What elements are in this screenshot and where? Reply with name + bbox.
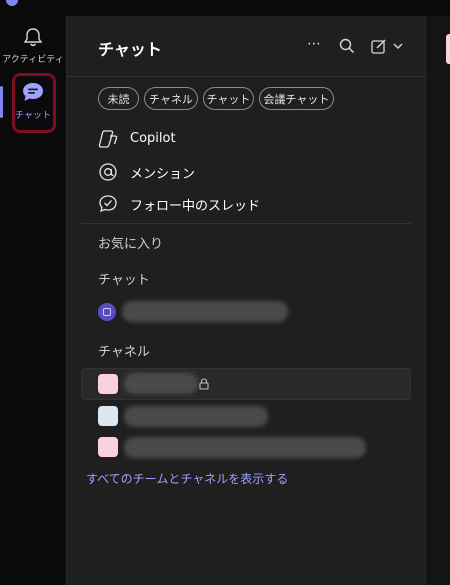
- search-button[interactable]: [339, 38, 355, 58]
- app-rail: アクティビティ チャット: [0, 16, 67, 585]
- filter-unread[interactable]: 未読: [98, 87, 139, 110]
- compose-icon: [371, 39, 403, 54]
- filter-channels[interactable]: チャネル: [144, 87, 198, 110]
- channel-color: [98, 374, 118, 394]
- search-icon: [339, 38, 355, 54]
- rail-activity-label: アクティビティ: [2, 55, 64, 65]
- channel-color: [446, 34, 450, 64]
- more-options-button[interactable]: ⋯: [307, 36, 322, 52]
- section-favorites[interactable]: お気に入り: [98, 233, 163, 252]
- page-title: チャット: [98, 40, 162, 59]
- channel-color: [98, 437, 118, 457]
- filter-meeting-chats[interactable]: 会議チャット: [259, 87, 334, 110]
- rail-item-activity[interactable]: アクティビティ: [0, 22, 66, 78]
- redacted-channel-name[interactable]: [124, 373, 198, 394]
- nav-label: Copilot: [130, 131, 176, 146]
- at-mention-icon: [99, 163, 117, 181]
- rail-item-chat[interactable]: チャット: [0, 72, 66, 133]
- rail-chat-label: チャット: [15, 111, 51, 121]
- title-bar: [0, 0, 450, 16]
- nav-label: メンション: [130, 167, 196, 182]
- app-logo: [6, 0, 18, 6]
- section-channels[interactable]: チャネル: [98, 341, 150, 360]
- redacted-chat-name[interactable]: [122, 301, 288, 322]
- redacted-channel-name[interactable]: [124, 406, 268, 427]
- followed-threads-icon: [99, 195, 117, 213]
- nav-divider: [81, 223, 411, 224]
- ellipsis-icon: ⋯: [307, 36, 322, 52]
- nav-label: フォロー中のスレッド: [130, 199, 261, 214]
- chat-bubble-icon: [23, 83, 43, 101]
- header-divider: [67, 76, 425, 77]
- filter-chats[interactable]: チャット: [203, 87, 254, 110]
- lock-icon: [199, 378, 209, 390]
- calendar-icon: [103, 308, 111, 316]
- copilot-icon: [98, 130, 118, 148]
- chat-list-panel: チャット ⋯ 未読 チャネル チャット 会議チャット Copilot メンション…: [67, 16, 425, 585]
- new-chat-button[interactable]: [371, 38, 407, 58]
- section-chats[interactable]: チャット: [98, 269, 150, 288]
- bell-icon: [23, 28, 43, 47]
- show-all-teams-link[interactable]: すべてのチームとチャネルを表示する: [86, 470, 288, 487]
- conversation-pane-edge: [425, 16, 450, 585]
- channel-color: [98, 406, 118, 426]
- redacted-channel-name[interactable]: [124, 437, 366, 458]
- avatar[interactable]: [98, 303, 116, 321]
